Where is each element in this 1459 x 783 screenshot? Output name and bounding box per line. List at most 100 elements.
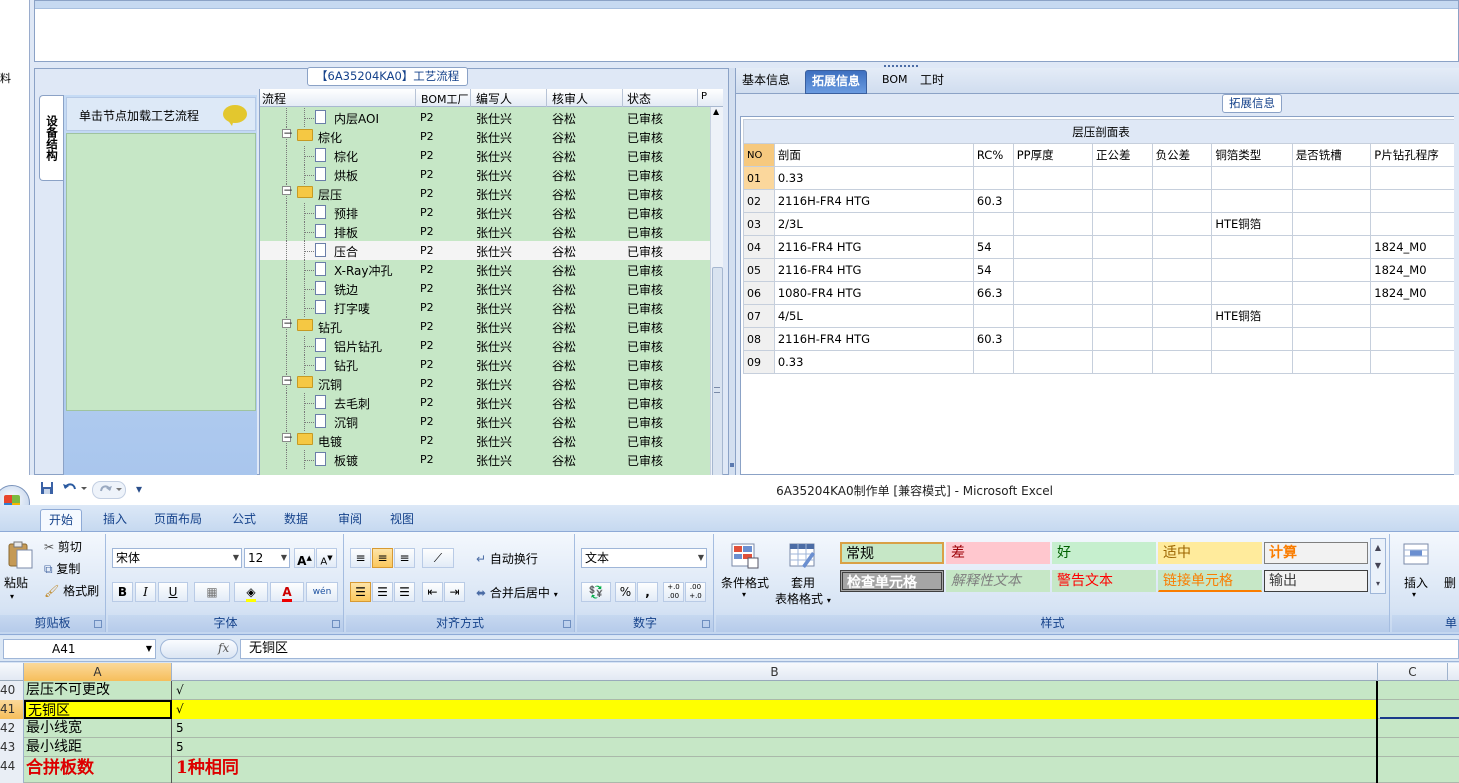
- increase-decimal-button[interactable]: +.0 .00: [663, 582, 684, 602]
- align-top-button[interactable]: ≡: [350, 548, 371, 568]
- orientation-button[interactable]: ⟋: [422, 548, 454, 568]
- table-cell[interactable]: [1012, 350, 1094, 374]
- sheet-row[interactable]: 44 合拼板数 1种相同: [0, 757, 1459, 783]
- table-cell[interactable]: [1012, 166, 1094, 190]
- table-column-header[interactable]: 铜箔类型: [1211, 143, 1293, 167]
- table-cell[interactable]: [1370, 350, 1459, 374]
- tree-row[interactable]: 板镀 P2 张仕兴 谷松 已审核: [260, 450, 710, 469]
- sheet-row[interactable]: 41 无铜区 √: [0, 700, 1459, 719]
- table-cell[interactable]: [1211, 235, 1293, 259]
- collapse-icon[interactable]: −: [282, 374, 293, 386]
- table-cell[interactable]: [1291, 166, 1372, 190]
- table-cell[interactable]: [1012, 212, 1094, 236]
- collapse-icon[interactable]: −: [282, 184, 293, 196]
- table-cell[interactable]: [1151, 258, 1213, 282]
- table-cell[interactable]: [1151, 281, 1213, 305]
- table-cell[interactable]: [1092, 350, 1153, 374]
- insert-cells-button[interactable]: 插入: [1404, 574, 1428, 591]
- row-header[interactable]: 40: [0, 681, 24, 700]
- table-cell[interactable]: [1092, 212, 1153, 236]
- tree-row[interactable]: − 电镀 P2 张仕兴 谷松 已审核: [260, 431, 710, 450]
- table-cell[interactable]: 0.33: [773, 166, 974, 190]
- tree-row[interactable]: 内层AOI P2 张仕兴 谷松 已审核: [260, 108, 710, 127]
- row-header[interactable]: 42: [0, 719, 24, 738]
- tree-row[interactable]: 排板 P2 张仕兴 谷松 已审核: [260, 222, 710, 241]
- table-cell[interactable]: [1092, 189, 1153, 213]
- cell-a[interactable]: 最小线宽: [24, 719, 172, 738]
- table-cell[interactable]: [1092, 235, 1153, 259]
- col-header-bom[interactable]: BOM工厂: [421, 91, 469, 107]
- table-cell[interactable]: 66.3: [972, 281, 1014, 305]
- table-cell[interactable]: [1211, 350, 1293, 374]
- tree-row[interactable]: 钻孔 P2 张仕兴 谷松 已审核: [260, 355, 710, 374]
- tree-row[interactable]: 压合 P2 张仕兴 谷松 已审核: [260, 241, 710, 260]
- table-cell[interactable]: [1012, 235, 1094, 259]
- table-cell[interactable]: 54: [972, 258, 1014, 282]
- tab-extended-info[interactable]: 拓展信息: [805, 70, 868, 94]
- table-cell[interactable]: 2116H-FR4 HTG: [773, 327, 974, 351]
- table-cell[interactable]: [1291, 235, 1372, 259]
- col-header-b[interactable]: B: [172, 663, 1378, 681]
- table-cell[interactable]: 60.3: [972, 189, 1014, 213]
- cell-style-option[interactable]: 链接单元格: [1158, 570, 1262, 592]
- delete-cells-button[interactable]: 删: [1444, 574, 1456, 591]
- table-cell[interactable]: [1211, 166, 1293, 190]
- table-cell[interactable]: [1092, 281, 1153, 305]
- tree-row[interactable]: − 层压 P2 张仕兴 谷松 已审核: [260, 184, 710, 203]
- cell-a[interactable]: 最小线距: [24, 738, 172, 757]
- node-list-area[interactable]: [66, 133, 256, 411]
- table-column-header[interactable]: P片钻孔程序: [1370, 143, 1459, 167]
- row-number[interactable]: 01: [743, 166, 775, 190]
- table-cell[interactable]: 2116-FR4 HTG: [773, 258, 974, 282]
- table-cell[interactable]: [1211, 281, 1293, 305]
- table-cell[interactable]: [1151, 235, 1213, 259]
- align-center-button[interactable]: ☰: [372, 582, 393, 602]
- cell-a[interactable]: 层压不可更改: [24, 681, 172, 700]
- collapse-icon[interactable]: −: [282, 317, 293, 329]
- table-cell[interactable]: 1824_M0: [1370, 258, 1459, 282]
- table-cell[interactable]: 2116H-FR4 HTG: [773, 189, 974, 213]
- format-painter-button[interactable]: 🖌 格式刷: [44, 582, 99, 599]
- collapse-icon[interactable]: −: [282, 431, 293, 443]
- tree-row[interactable]: − 钻孔 P2 张仕兴 谷松 已审核: [260, 317, 710, 336]
- tab-work-hours[interactable]: 工时: [914, 70, 950, 94]
- table-cell[interactable]: 2116-FR4 HTG: [773, 235, 974, 259]
- decrease-decimal-button[interactable]: .00 +.0: [685, 582, 706, 602]
- row-header[interactable]: 43: [0, 738, 24, 757]
- fill-color-button[interactable]: ◈: [234, 582, 268, 602]
- row-number[interactable]: 04: [743, 235, 775, 259]
- tree-row[interactable]: 烘板 P2 张仕兴 谷松 已审核: [260, 165, 710, 184]
- row-number[interactable]: 05: [743, 258, 775, 282]
- row-number[interactable]: 02: [743, 189, 775, 213]
- select-all-corner[interactable]: [0, 663, 24, 681]
- alignment-launcher-icon[interactable]: [563, 620, 571, 628]
- table-row[interactable]: 08 2116H-FR4 HTG 60.3: [743, 327, 1459, 351]
- table-cell[interactable]: [1370, 212, 1459, 236]
- undo-icon[interactable]: [62, 481, 88, 499]
- decrease-indent-button[interactable]: ⇤: [422, 582, 443, 602]
- cell-style-option[interactable]: 检查单元格: [840, 570, 944, 592]
- cell-style-option[interactable]: 常规: [840, 542, 944, 564]
- wrap-text-button[interactable]: ↵ 自动换行: [476, 550, 538, 567]
- table-cell[interactable]: [1291, 258, 1372, 282]
- number-launcher-icon[interactable]: [702, 620, 710, 628]
- col-header-reviewer[interactable]: 核审人: [552, 90, 588, 107]
- bold-button[interactable]: B: [112, 582, 133, 602]
- table-cell[interactable]: [1370, 189, 1459, 213]
- increase-indent-button[interactable]: ⇥: [444, 582, 465, 602]
- collapse-icon[interactable]: −: [282, 127, 293, 139]
- col-header-status[interactable]: 状态: [627, 90, 651, 107]
- row-number[interactable]: 09: [743, 350, 775, 374]
- table-cell[interactable]: [1291, 281, 1372, 305]
- table-cell[interactable]: [1151, 304, 1213, 328]
- row-header[interactable]: 44: [0, 757, 24, 783]
- table-column-header[interactable]: 是否铣槽: [1291, 143, 1372, 167]
- table-row[interactable]: 09 0.33: [743, 350, 1459, 374]
- font-launcher-icon[interactable]: [332, 620, 340, 628]
- col-header-writer[interactable]: 编写人: [476, 90, 512, 107]
- table-row[interactable]: 06 1080-FR4 HTG 66.3 1824_M0: [743, 281, 1459, 305]
- table-cell[interactable]: 60.3: [972, 327, 1014, 351]
- cell-b[interactable]: √: [172, 681, 1378, 700]
- align-bottom-button[interactable]: ≡: [394, 548, 415, 568]
- table-cell[interactable]: [1092, 258, 1153, 282]
